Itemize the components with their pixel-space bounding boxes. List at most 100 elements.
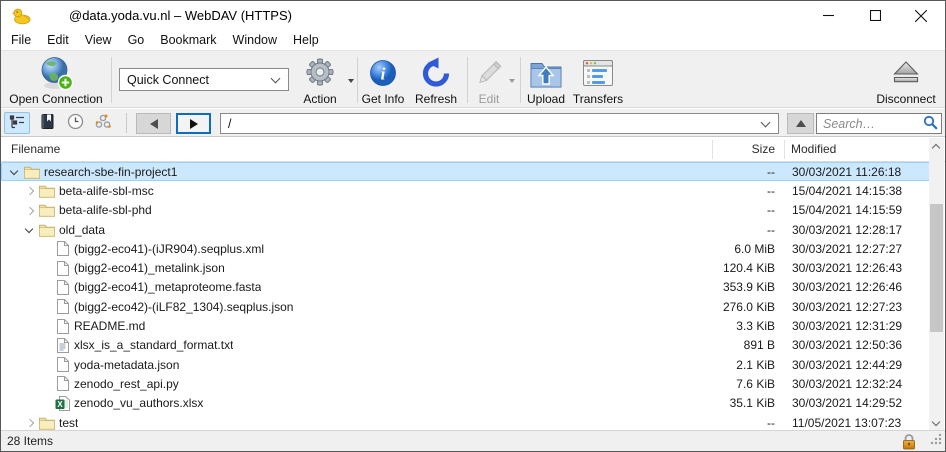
transfers-label: Transfers bbox=[573, 92, 623, 107]
expander-icon[interactable] bbox=[20, 202, 38, 219]
file-modified: 30/03/2021 14:29:52 bbox=[792, 396, 902, 410]
file-icon bbox=[53, 241, 71, 256]
table-row[interactable]: zenodo_rest_api.py 7.6 KiB 30/03/2021 12… bbox=[1, 374, 930, 393]
navbar-separator bbox=[126, 113, 127, 133]
forward-button[interactable] bbox=[176, 113, 211, 134]
text-file-icon bbox=[53, 338, 71, 353]
vertical-scrollbar[interactable] bbox=[929, 138, 944, 432]
menu-go[interactable]: Go bbox=[120, 31, 153, 50]
table-row[interactable]: (bigg2-eco41)_metalink.json 120.4 KiB 30… bbox=[1, 258, 930, 277]
up-directory-button[interactable] bbox=[787, 113, 814, 134]
column-filename[interactable]: Filename bbox=[11, 137, 60, 161]
action-dropdown-arrow-icon[interactable] bbox=[348, 79, 354, 83]
table-row[interactable]: beta-alife-sbl-msc -- 15/04/2021 14:15:3… bbox=[1, 181, 930, 200]
path-combobox[interactable]: / bbox=[220, 113, 779, 134]
open-connection-button[interactable]: Open Connection bbox=[4, 53, 108, 107]
file-name: beta-alife-sbl-phd bbox=[56, 203, 152, 217]
bonjour-toggle[interactable] bbox=[90, 112, 116, 134]
quick-connect-value: Quick Connect bbox=[120, 73, 268, 87]
file-modified: 30/03/2021 12:26:43 bbox=[792, 261, 902, 275]
history-toggle[interactable] bbox=[62, 112, 88, 134]
edit-dropdown-arrow-icon[interactable] bbox=[509, 79, 515, 83]
back-button[interactable] bbox=[136, 113, 171, 134]
minimize-button[interactable] bbox=[805, 1, 851, 30]
quick-connect-select[interactable]: Quick Connect bbox=[119, 68, 289, 91]
disconnect-eject-icon bbox=[890, 53, 922, 92]
search-icon[interactable] bbox=[923, 115, 941, 133]
table-row[interactable]: old_data -- 30/03/2021 12:28:17 bbox=[1, 220, 930, 239]
resize-grip[interactable] bbox=[929, 432, 943, 449]
edit-label: Edit bbox=[479, 92, 500, 107]
bookmarks-icon bbox=[40, 113, 55, 133]
action-button[interactable]: Action bbox=[295, 53, 345, 107]
table-row[interactable]: yoda-metadata.json 2.1 KiB 30/03/2021 12… bbox=[1, 355, 930, 374]
disconnect-label: Disconnect bbox=[876, 92, 935, 107]
file-size: 6.0 MiB bbox=[734, 242, 775, 256]
refresh-button[interactable]: Refresh bbox=[409, 53, 463, 107]
file-modified: 30/03/2021 12:32:24 bbox=[792, 377, 902, 391]
folder-icon bbox=[38, 203, 56, 217]
close-button[interactable] bbox=[898, 1, 944, 30]
search-input[interactable] bbox=[817, 117, 923, 131]
table-row[interactable]: README.md 3.3 KiB 30/03/2021 12:31:29 bbox=[1, 316, 930, 335]
file-modified: 30/03/2021 12:27:27 bbox=[792, 242, 902, 256]
expander-icon[interactable] bbox=[5, 163, 23, 180]
file-name: (bigg2-eco41)-(iJR904).seqplus.xml bbox=[71, 242, 264, 256]
table-row[interactable]: (bigg2-eco41)-(iJR904).seqplus.xml 6.0 M… bbox=[1, 239, 930, 258]
file-modified: 30/03/2021 12:44:29 bbox=[792, 358, 902, 372]
svg-text:X: X bbox=[57, 400, 63, 409]
expander-icon bbox=[35, 279, 53, 296]
file-name: zenodo_vu_authors.xlsx bbox=[71, 396, 203, 410]
table-row[interactable]: beta-alife-sbl-phd -- 15/04/2021 14:15:5… bbox=[1, 201, 930, 220]
expander-icon[interactable] bbox=[20, 221, 38, 238]
file-size: -- bbox=[767, 165, 775, 179]
table-row[interactable]: research-sbe-fin-project1 -- 30/03/2021 … bbox=[1, 162, 930, 181]
table-row[interactable]: (bigg2-eco42)-(iLF82_1304).seqplus.json … bbox=[1, 297, 930, 316]
file-size: -- bbox=[767, 203, 775, 217]
column-divider[interactable] bbox=[784, 140, 785, 159]
upload-button[interactable]: Upload bbox=[521, 53, 571, 107]
menu-help[interactable]: Help bbox=[285, 31, 327, 50]
disconnect-button[interactable]: Disconnect bbox=[869, 53, 943, 107]
scroll-up-arrow-icon[interactable] bbox=[929, 138, 944, 155]
table-row[interactable]: (bigg2-eco41)_metaproteome.fasta 353.9 K… bbox=[1, 278, 930, 297]
file-modified: 15/04/2021 14:15:38 bbox=[792, 184, 902, 198]
column-modified[interactable]: Modified bbox=[791, 137, 836, 161]
scrollbar-thumb[interactable] bbox=[930, 204, 943, 332]
table-row[interactable]: xlsx_is_a_standard_format.txt 891 B 30/0… bbox=[1, 336, 930, 355]
file-name: old_data bbox=[56, 223, 105, 237]
menu-view[interactable]: View bbox=[77, 31, 120, 50]
get-info-button[interactable]: i Get Info bbox=[356, 53, 410, 107]
file-size: -- bbox=[767, 184, 775, 198]
expander-icon[interactable] bbox=[20, 414, 38, 431]
column-size[interactable]: Size bbox=[752, 137, 775, 161]
expander-icon bbox=[35, 298, 53, 315]
table-row[interactable]: X zenodo_vu_authors.xlsx 35.1 KiB 30/03/… bbox=[1, 394, 930, 413]
file-size: 2.1 KiB bbox=[736, 358, 775, 372]
folder-icon bbox=[23, 165, 41, 179]
file-name: test bbox=[56, 416, 78, 430]
expander-icon bbox=[35, 317, 53, 334]
column-divider[interactable] bbox=[712, 140, 713, 159]
bookmarks-toggle[interactable] bbox=[34, 112, 60, 134]
expander-icon[interactable] bbox=[20, 182, 38, 199]
outline-view-toggle[interactable] bbox=[4, 112, 30, 134]
file-icon bbox=[53, 357, 71, 372]
maximize-button[interactable] bbox=[852, 1, 898, 30]
menu-bar: File Edit View Go Bookmark Window Help bbox=[1, 31, 945, 50]
file-modified: 30/03/2021 12:28:17 bbox=[792, 223, 902, 237]
expander-icon bbox=[35, 395, 53, 412]
menu-file[interactable]: File bbox=[3, 31, 39, 50]
menu-window[interactable]: Window bbox=[225, 31, 285, 50]
edit-button[interactable]: Edit bbox=[469, 53, 509, 107]
menu-bookmark[interactable]: Bookmark bbox=[152, 31, 224, 50]
get-info-icon: i bbox=[368, 53, 398, 92]
file-size: 7.6 KiB bbox=[736, 377, 775, 391]
file-icon bbox=[53, 280, 71, 295]
open-connection-label: Open Connection bbox=[9, 92, 102, 107]
menu-edit[interactable]: Edit bbox=[39, 31, 77, 50]
transfers-button[interactable]: Transfers bbox=[569, 53, 627, 107]
file-size: 276.0 KiB bbox=[723, 300, 775, 314]
file-icon bbox=[53, 319, 71, 334]
get-info-label: Get Info bbox=[362, 92, 405, 107]
